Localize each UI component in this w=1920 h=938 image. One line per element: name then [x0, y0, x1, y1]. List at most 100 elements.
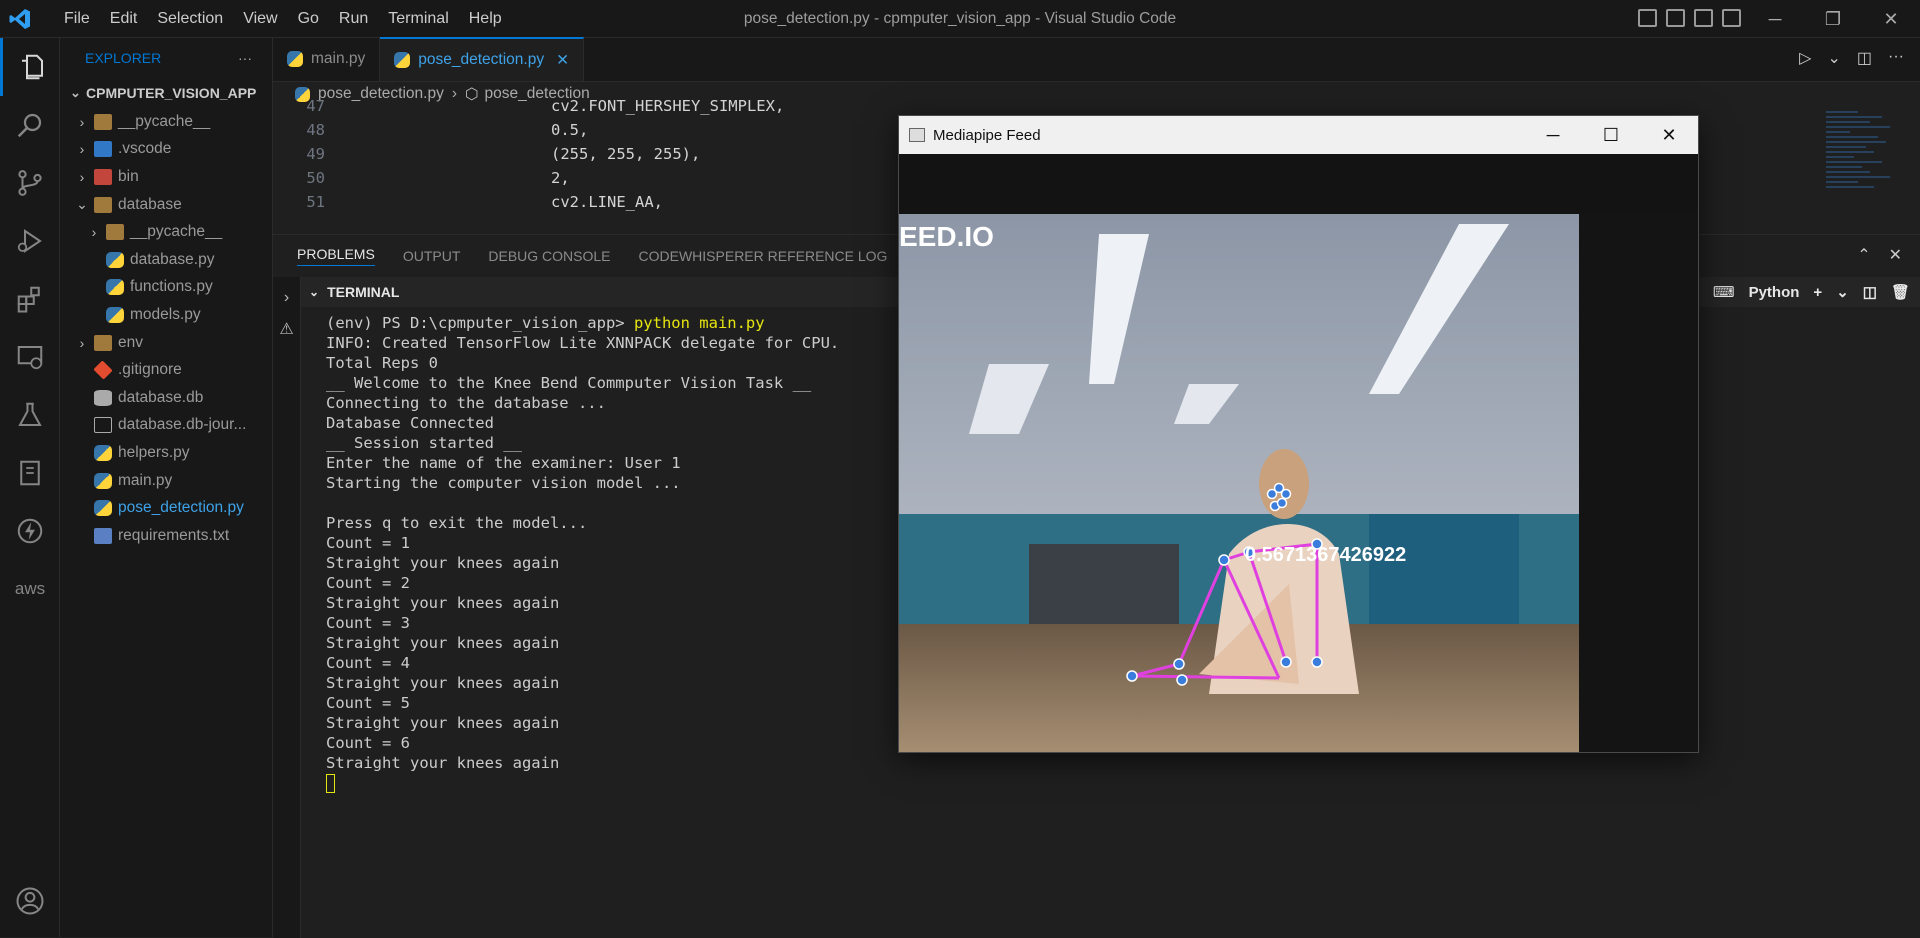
menu-item-go[interactable]: Go — [288, 0, 329, 38]
chevron-down-icon[interactable]: ⌄ — [1836, 283, 1849, 301]
workspace-root[interactable]: ⌄ CPMPUTER_VISION_APP — [60, 78, 272, 108]
tab-main-py[interactable]: main.py — [273, 37, 380, 81]
terminal-line: Total Reps 0 — [326, 353, 839, 373]
vscode-logo-icon — [8, 7, 32, 31]
tree-item[interactable]: ›__pycache__ — [60, 108, 272, 136]
menu-item-run[interactable]: Run — [329, 0, 378, 38]
tree-item[interactable]: ›bin — [60, 163, 272, 191]
menu-item-help[interactable]: Help — [459, 0, 512, 38]
tree-item[interactable]: helpers.py — [60, 439, 272, 467]
terminal-line: Count = 1 — [326, 533, 839, 553]
lightning-icon[interactable] — [0, 502, 60, 560]
chevron-down-icon[interactable]: ⌄ — [309, 285, 319, 299]
chevron-down-icon[interactable]: ⌄ — [1827, 48, 1840, 68]
tree-item[interactable]: ⌄database — [60, 191, 272, 219]
close-panel-icon[interactable]: ✕ — [1889, 245, 1902, 265]
folder-icon — [94, 335, 112, 351]
terminal-line: Enter the name of the examiner: User 1 — [326, 453, 839, 473]
tree-item-label: database.db — [118, 389, 203, 407]
tree-item[interactable]: main.py — [60, 467, 272, 495]
folder-icon — [94, 114, 112, 130]
tree-item-label: __pycache__ — [130, 223, 222, 241]
menu-item-file[interactable]: File — [54, 0, 100, 38]
panel-tab-output[interactable]: OUTPUT — [403, 248, 461, 264]
close-icon[interactable]: ✕ — [1862, 0, 1920, 38]
run-debug-icon[interactable] — [0, 212, 60, 270]
panel-controls: ⌃ ✕ — [1857, 245, 1902, 265]
tree-item[interactable]: database.py — [60, 246, 272, 274]
camera-feed: EED.IO 0.5671367426922 — [899, 154, 1698, 752]
tree-item[interactable]: pose_detection.py — [60, 494, 272, 522]
menu-item-view[interactable]: View — [233, 0, 287, 38]
tree-item[interactable]: .gitignore — [60, 356, 272, 384]
explorer-icon[interactable] — [0, 38, 60, 96]
terminal-input-line[interactable] — [326, 773, 839, 793]
minimize-icon[interactable]: ─ — [1746, 0, 1804, 38]
kill-terminal-icon[interactable]: 🗑 — [1891, 283, 1910, 301]
chevron-right-icon: › — [74, 335, 90, 351]
more-actions-icon[interactable]: ··· — [1888, 48, 1904, 68]
chevron-right-icon[interactable]: › — [273, 289, 300, 307]
source-control-icon[interactable] — [0, 154, 60, 212]
terminal-shell-label[interactable]: Python — [1749, 284, 1800, 301]
tree-item[interactable]: ›env — [60, 329, 272, 357]
restore-icon[interactable]: ❐ — [1804, 0, 1862, 38]
python-file-icon — [394, 52, 410, 68]
layout-controls — [1638, 9, 1741, 27]
menu-item-selection[interactable]: Selection — [147, 0, 233, 38]
more-actions-icon[interactable]: ··· — [238, 50, 252, 66]
file-tree: ›__pycache__›.vscode›bin⌄database›__pyca… — [60, 108, 272, 550]
editor-actions: ▷ ⌄ ◫ ··· — [1799, 48, 1920, 68]
search-icon[interactable] — [0, 96, 60, 154]
maximize-panel-icon[interactable]: ⌃ — [1857, 245, 1870, 265]
split-terminal-icon[interactable]: ◫ — [1863, 283, 1877, 301]
toggle-panel-icon[interactable] — [1666, 9, 1685, 27]
extensions-icon[interactable] — [0, 270, 60, 328]
line-number: 50 — [273, 166, 325, 190]
run-file-icon[interactable]: ▷ — [1799, 48, 1811, 68]
tree-item[interactable]: functions.py — [60, 274, 272, 302]
code-text: cv2.LINE_AA, — [551, 190, 663, 214]
feed-watermark-text: EED.IO — [899, 221, 994, 252]
title-bar: FileEditSelectionViewGoRunTerminalHelp p… — [0, 0, 1920, 38]
maximize-icon[interactable]: ☐ — [1582, 116, 1640, 154]
minimize-icon[interactable]: ─ — [1524, 116, 1582, 154]
tree-item[interactable]: ›.vscode — [60, 136, 272, 164]
panel-tab-debug-console[interactable]: DEBUG CONSOLE — [488, 248, 610, 264]
py-icon — [94, 500, 112, 516]
mediapipe-title-bar[interactable]: Mediapipe Feed ─ ☐ ✕ — [899, 116, 1698, 154]
aws-icon[interactable]: aws — [0, 560, 60, 618]
new-terminal-icon[interactable]: + — [1813, 284, 1822, 301]
customize-layout-icon[interactable] — [1722, 9, 1741, 27]
terminal-line: Connecting to the database ... — [326, 393, 839, 413]
remote-explorer-icon[interactable] — [0, 328, 60, 386]
account-icon[interactable] — [0, 872, 60, 930]
close-icon[interactable]: ✕ — [1640, 116, 1698, 154]
tree-item[interactable]: database.db-jour... — [60, 412, 272, 440]
terminal-line: Press q to exit the model... — [326, 513, 839, 533]
mediapipe-window[interactable]: Mediapipe Feed ─ ☐ ✕ — [898, 115, 1699, 753]
menu-item-terminal[interactable]: Terminal — [378, 0, 458, 38]
close-tab-icon[interactable]: ✕ — [556, 51, 569, 70]
tree-item[interactable]: models.py — [60, 301, 272, 329]
tree-item[interactable]: database.db — [60, 384, 272, 412]
terminal-output[interactable]: (env) PS D:\cpmputer_vision_app> python … — [326, 313, 839, 793]
toggle-primary-sidebar-icon[interactable] — [1638, 9, 1657, 27]
panel-tab-problems[interactable]: PROBLEMS — [297, 246, 375, 266]
testing-icon[interactable] — [0, 386, 60, 444]
toggle-secondary-sidebar-icon[interactable] — [1694, 9, 1713, 27]
tree-item[interactable]: requirements.txt — [60, 522, 272, 550]
line-number: 49 — [273, 142, 325, 166]
tree-item-label: database.py — [130, 251, 214, 269]
tree-item-label: database.db-jour... — [118, 416, 246, 434]
menu-item-edit[interactable]: Edit — [100, 0, 148, 38]
folder-icon — [94, 197, 112, 213]
explorer-sidebar: EXPLORER ··· ⌄ CPMPUTER_VISION_APP ›__py… — [60, 38, 273, 937]
tab-pose-detection-py[interactable]: pose_detection.py✕ — [380, 37, 584, 81]
tree-item[interactable]: ›__pycache__ — [60, 218, 272, 246]
split-editor-icon[interactable]: ◫ — [1857, 48, 1872, 68]
terminal-command: python main.py — [634, 314, 765, 332]
notebook-icon[interactable] — [0, 444, 60, 502]
py-icon — [106, 307, 124, 323]
panel-tab-codewhisperer-reference-log[interactable]: CODEWHISPERER REFERENCE LOG — [639, 248, 888, 264]
